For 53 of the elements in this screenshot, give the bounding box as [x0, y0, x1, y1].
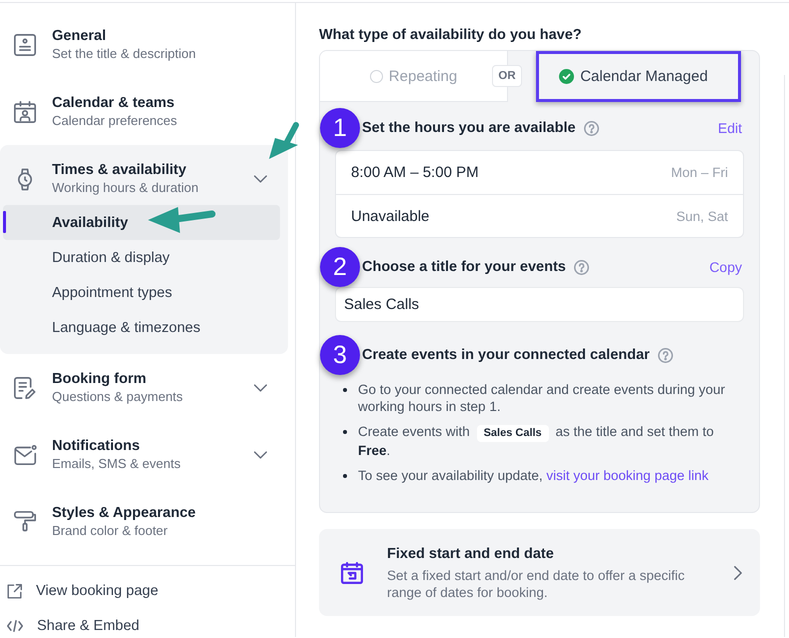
sidebar-subitem[interactable]: Appointment types [3, 275, 280, 310]
annotation-arrow [146, 204, 218, 236]
instruction-text: To see your availability update, visit your booking page link [358, 467, 708, 484]
help-icon [584, 120, 599, 136]
booking-page-link[interactable]: visit your booking page link [546, 468, 708, 483]
sidebar-item[interactable]: Notifications Emails, SMS & events [0, 421, 288, 488]
or-label: OR [492, 65, 522, 87]
check-circle-icon [559, 69, 574, 84]
bullet-icon [343, 474, 347, 478]
bullet-icon [343, 430, 347, 434]
edit-link[interactable]: Edit [718, 120, 742, 136]
chevron-right-icon [734, 566, 742, 580]
days-text: Mon – Fri [670, 165, 728, 180]
sidebar-subitem[interactable]: Language & timezones [3, 310, 280, 345]
hours-range-text: 8:00 AM – 5:00 PM [351, 164, 479, 181]
step-number: 1 [320, 108, 360, 148]
hours-range-text: Unavailable [351, 208, 430, 224]
watch-icon [18, 168, 32, 190]
external-link-icon [7, 584, 22, 598]
help-icon [574, 260, 589, 274]
question-label: What type of availability do you have? [319, 26, 583, 44]
title-chip: Sales Calls [476, 425, 549, 442]
calendar-icon [341, 562, 363, 584]
help-icon [658, 348, 673, 362]
step-title: Create events in your connected calendar [362, 347, 650, 363]
code-icon [7, 620, 23, 632]
event-title-input[interactable]: Sales Calls [335, 287, 744, 322]
sidebar-subitem[interactable]: Availability [3, 205, 280, 240]
sidebar-item[interactable]: Styles & Appearance Brand color & footer [0, 488, 288, 555]
envelope-icon [14, 444, 36, 464]
step-title: Set the hours you are available [362, 120, 576, 136]
step-number: 3 [320, 335, 360, 375]
sidebar-subitem[interactable]: Duration & display [3, 240, 280, 275]
form-edit-icon [14, 376, 36, 398]
annotation-arrow [266, 119, 302, 162]
instruction-text: Go to your connected calendar and create events during your working hours in step 1. [358, 381, 726, 415]
paint-roller-icon [14, 511, 36, 532]
step-title: Choose a title for your events [362, 259, 566, 275]
sidebar-item[interactable]: Times & availability Working hours & duration [0, 145, 288, 205]
instruction-text: Create events with Sales Calls as the title and set them to Free. [358, 423, 715, 459]
copy-link[interactable]: Copy [709, 259, 742, 275]
document-icon [14, 34, 36, 56]
sidebar-item[interactable]: General Set the title & description [0, 11, 288, 78]
radio-icon [370, 70, 383, 82]
calendar-person-icon [14, 100, 36, 122]
days-text: Sun, Sat [676, 208, 728, 224]
sidebar-item[interactable]: Booking form Questions & payments [0, 354, 288, 421]
sidebar-link[interactable]: View booking page [0, 580, 162, 602]
fixed-date-option[interactable]: Fixed start and end date Set a fixed start and/or end date to offer a specific range of dates for booking. [319, 529, 760, 616]
bullet-icon [343, 388, 347, 392]
step-number: 2 [320, 247, 360, 287]
sidebar-item[interactable]: Calendar & teams Calendar preferences [0, 78, 288, 145]
sidebar-link[interactable]: Share & Embed [0, 615, 144, 637]
